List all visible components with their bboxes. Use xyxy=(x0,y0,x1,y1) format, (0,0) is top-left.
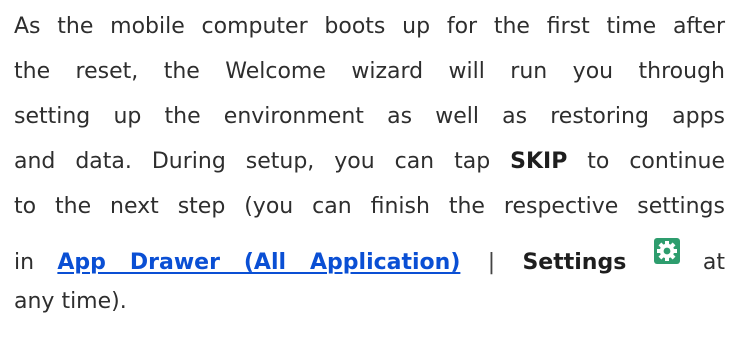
paragraph-line-4: and data. During setup, you can tap SKIP… xyxy=(14,149,725,175)
paragraph-line-7: any time). xyxy=(14,289,127,314)
line4-text-end: to continue xyxy=(587,149,725,174)
gear-icon xyxy=(653,238,680,264)
paragraph-line-1: As the mobile computer boots up for the … xyxy=(14,14,725,39)
path-separator: | xyxy=(487,250,496,275)
paragraph-line-3: setting up the environment as well as re… xyxy=(14,104,725,129)
skip-keyword: SKIP xyxy=(510,149,568,174)
line4-text-start: and data. During setup, you can tap xyxy=(14,149,491,174)
paragraph-line-2: the reset, the Welcome wizard will run y… xyxy=(14,59,725,84)
paragraph-line-6: in App Drawer (All Application) | Settin… xyxy=(14,238,726,276)
document-body: As the mobile computer boots up for the … xyxy=(0,0,739,342)
line6-text-start: in xyxy=(14,250,35,275)
settings-keyword: Settings xyxy=(522,250,627,275)
app-drawer-link[interactable]: App Drawer (All Application) xyxy=(57,250,460,275)
paragraph-line-5: to the next step (you can finish the res… xyxy=(14,194,725,219)
line6-text-end: at xyxy=(702,250,726,275)
